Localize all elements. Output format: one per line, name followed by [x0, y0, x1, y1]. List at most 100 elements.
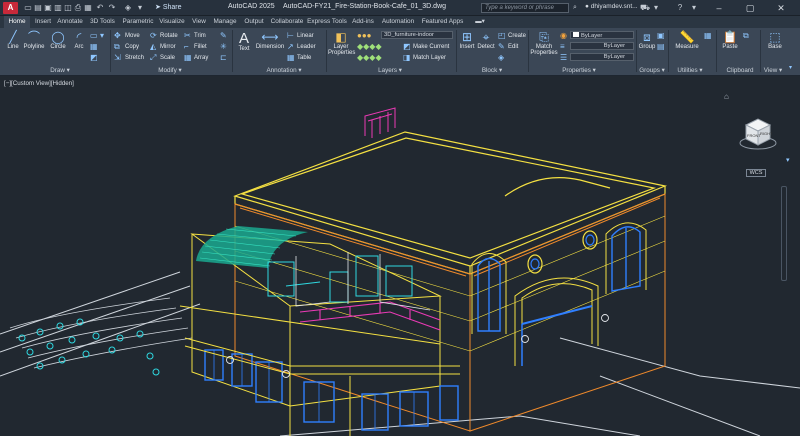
properties-panel-title[interactable]: Properties ▾	[556, 67, 602, 74]
app-menu-button[interactable]: A	[3, 2, 18, 14]
copy-clip-icon[interactable]: ⧉	[743, 31, 749, 41]
create-button[interactable]: Create	[508, 33, 526, 39]
help-dropdown-icon[interactable]: ▾	[690, 3, 698, 12]
linetype-dropdown[interactable]: ByLayer	[570, 42, 634, 50]
tab-home[interactable]: Home	[4, 16, 30, 28]
cart-icon[interactable]: ⛟	[640, 3, 650, 12]
clipboard-panel-title[interactable]: Clipboard	[720, 67, 760, 74]
wcs-menu[interactable]: WCS	[746, 169, 766, 177]
print-icon[interactable]: ▦	[84, 3, 92, 12]
trim-button[interactable]: Trim	[194, 33, 206, 39]
rectangle-icon[interactable]: ▭	[90, 31, 98, 41]
tab-parametric[interactable]: Parametric	[120, 16, 156, 28]
detect-button[interactable]: ⌖ Detect	[476, 31, 496, 51]
groups-panel-title[interactable]: Groups ▾	[636, 67, 668, 74]
web-mobile-icon[interactable]: ◫	[64, 3, 72, 12]
erase-icon[interactable]: ✎	[220, 31, 227, 41]
layer-state-icon[interactable]: ◆◆◆◆	[357, 53, 382, 63]
utilities-panel-title[interactable]: Utilities ▾	[672, 67, 708, 74]
circle-button[interactable]: ◯ Circle	[48, 31, 68, 51]
tab-collaborate[interactable]: Collaborate	[269, 16, 305, 28]
table-button[interactable]: Table	[297, 55, 311, 61]
layer-dropdown[interactable]: 3D_furniture-indoor	[381, 31, 453, 39]
boundary-icon[interactable]: ◩	[90, 53, 98, 63]
copy-button[interactable]: Copy	[125, 44, 139, 50]
help-icon[interactable]: ?	[676, 3, 684, 12]
minimize-icon[interactable]: –	[706, 1, 732, 15]
explode-icon[interactable]: ✳	[220, 42, 227, 52]
attribute-icon[interactable]: ◈	[498, 53, 504, 63]
layer-tools-icon[interactable]: ◆◆◆◆	[357, 42, 382, 52]
tab-add-ins[interactable]: Add-ins	[349, 16, 377, 28]
new-icon[interactable]: ▭	[24, 3, 32, 12]
annotation-panel-title[interactable]: Annotation ▾	[256, 67, 312, 74]
group-button[interactable]: ⧈ Group	[638, 31, 656, 51]
tab-express-tools[interactable]: Express Tools	[307, 16, 347, 28]
tab-output[interactable]: Output	[241, 16, 267, 28]
dimension-button[interactable]: ⟷ Dimension	[255, 31, 285, 51]
draw-panel-title[interactable]: Draw ▾	[40, 67, 80, 74]
make-current-button[interactable]: Make Current	[413, 44, 449, 50]
line-button[interactable]: ╱ Line	[4, 31, 22, 51]
paste-button[interactable]: 📋 Paste	[718, 31, 742, 51]
plot-icon[interactable]: ⎙	[74, 3, 82, 12]
text-button[interactable]: A Text	[235, 31, 253, 52]
arc-button[interactable]: ◜ Arc	[70, 31, 88, 51]
tab-insert[interactable]: Insert	[32, 16, 54, 28]
view-cube-menu-icon[interactable]: ▾	[786, 156, 790, 164]
tab-annotate[interactable]: Annotate	[55, 16, 85, 28]
move-button[interactable]: Move	[125, 33, 140, 39]
mirror-button[interactable]: Mirror	[160, 44, 176, 50]
measure-button[interactable]: 📏 Measure	[672, 31, 702, 51]
color-dropdown[interactable]: ByLayer	[570, 31, 634, 39]
open-icon[interactable]: ▤	[34, 3, 42, 12]
save-icon[interactable]: ▣	[44, 3, 52, 12]
match-layer-button[interactable]: Match Layer	[413, 55, 446, 61]
layer-properties-button[interactable]: ◧ Layer Properties	[328, 31, 355, 57]
redo-icon[interactable]: ↷	[108, 3, 116, 12]
layers-panel-title[interactable]: Layers ▾	[370, 67, 410, 74]
match-properties-button[interactable]: ⎘ Match Properties	[530, 31, 558, 57]
scale-button[interactable]: Scale	[160, 55, 175, 61]
close-icon[interactable]: ✕	[768, 1, 794, 15]
stretch-button[interactable]: Stretch	[125, 55, 144, 61]
array-button[interactable]: Array	[194, 55, 208, 61]
connect-icon[interactable]: ▾	[652, 3, 660, 12]
base-button[interactable]: ⬚ Base	[764, 31, 786, 51]
share-button[interactable]: ➤ Share	[155, 3, 182, 11]
draw-more-icon[interactable]: ▾	[100, 31, 104, 41]
search-icon[interactable]: ⌕	[571, 3, 579, 12]
tab-visualize[interactable]: Visualize	[157, 16, 187, 28]
ungroup-icon[interactable]: ▣	[657, 31, 665, 41]
offset-icon[interactable]: ⊏	[220, 53, 227, 63]
tab-automation[interactable]: Automation	[379, 16, 417, 28]
tab-featured-apps[interactable]: Featured Apps	[419, 16, 466, 28]
lineweight-dropdown[interactable]: ByLayer	[570, 53, 634, 61]
quick-access-dropdown-icon[interactable]: ▾	[136, 3, 144, 12]
block-panel-title[interactable]: Block ▾	[472, 67, 512, 74]
save-as-icon[interactable]: ▥	[54, 3, 62, 12]
undo-icon[interactable]: ↶	[96, 3, 104, 12]
group-edit-icon[interactable]: ▤	[657, 42, 665, 52]
maximize-icon[interactable]: ▢	[737, 1, 763, 15]
fillet-button[interactable]: Fillet	[194, 44, 207, 50]
ribbon-expand-icon[interactable]: ▾	[789, 63, 792, 73]
rotate-button[interactable]: Rotate	[160, 33, 178, 39]
view-panel-title[interactable]: View ▾	[760, 67, 786, 74]
tab-3d-tools[interactable]: 3D Tools	[87, 16, 118, 28]
search-input[interactable]: Type a keyword or phrase	[481, 3, 569, 13]
home-icon[interactable]: ⌂	[724, 92, 729, 101]
tab-view[interactable]: View	[189, 16, 209, 28]
workspace-icon[interactable]: ◈	[124, 3, 132, 12]
edit-button[interactable]: Edit	[508, 44, 518, 50]
linear-button[interactable]: Linear	[297, 33, 314, 39]
user-menu[interactable]: ● dhiyamdev.snt...	[585, 3, 638, 10]
drawing-viewport[interactable]: [−][Custom View][Hidden] ⌂ FRONT RIGHT ▾…	[0, 76, 800, 436]
leader-button[interactable]: Leader	[297, 44, 316, 50]
modify-panel-title[interactable]: Modify ▾	[148, 67, 192, 74]
ribbon-minimize-icon[interactable]: ▬▾	[472, 16, 488, 28]
calculator-icon[interactable]: ▦	[704, 31, 712, 41]
view-cube[interactable]: FRONT RIGHT	[738, 111, 778, 151]
insert-button[interactable]: ⊞ Insert	[458, 31, 476, 51]
tab-manage[interactable]: Manage	[211, 16, 239, 28]
